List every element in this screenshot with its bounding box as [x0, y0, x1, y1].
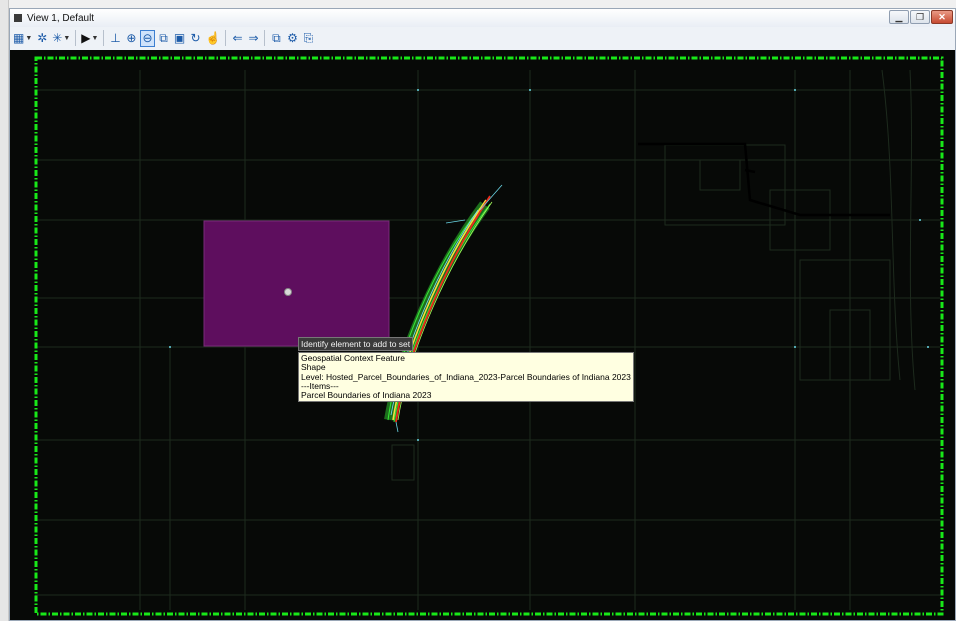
chevron-down-icon: ▼	[63, 34, 71, 42]
toolbar-separator	[225, 30, 227, 46]
pan-view-icon: ☝	[205, 31, 221, 45]
parcel-grid	[35, 69, 940, 610]
title-bar[interactable]: View 1, Default ▁ ❐ ✕	[10, 9, 955, 27]
toolbar-separator	[75, 30, 77, 46]
clip-volume-icon: ⊥	[110, 31, 121, 45]
display-style-button[interactable]: ✲	[35, 30, 49, 47]
view-camera-button[interactable]: ⚙	[285, 30, 299, 47]
road-lines	[638, 142, 890, 217]
window-area-button[interactable]: ⧉	[157, 30, 171, 47]
window-title: View 1, Default	[27, 12, 95, 24]
copy-view-button[interactable]: ⧉	[269, 30, 283, 47]
view-toolbar: ▦ ▼ ✲ ✳ ▼ ▶ ▼ ⊥ ⊕ ⊖ ⧉ ▣ ↻ ☝ ⇐ ⇒ ⧉ ⚙ ⎘	[10, 27, 955, 49]
info-line-item: Parcel Boundaries of Indiana 2023	[301, 390, 432, 401]
lighting-button[interactable]: ✳ ▼	[51, 30, 71, 47]
lighting-icon: ✳	[52, 31, 63, 45]
parcel-shape	[203, 220, 390, 347]
drawing-canvas	[34, 56, 944, 616]
prompt-tooltip: Identify element to add to set	[298, 337, 414, 351]
window-area-icon: ⧉	[159, 30, 168, 45]
next-view-button[interactable]: ⇒	[246, 30, 260, 47]
close-button[interactable]: ✕	[931, 10, 953, 24]
drawing-viewport[interactable]: Identify element to add to set Geospatia…	[10, 50, 955, 620]
chevron-down-icon: ▼	[91, 34, 99, 42]
toolbar-separator	[264, 30, 266, 46]
cursor-icon	[284, 288, 292, 296]
save-view-button[interactable]: ⎘	[301, 30, 315, 47]
clip-volume-button[interactable]: ⊥	[108, 30, 122, 47]
view-camera-icon: ⚙	[287, 31, 298, 45]
select-arrow-icon: ▶	[81, 31, 91, 45]
previous-view-icon: ⇐	[232, 31, 243, 45]
zoom-in-icon: ⊕	[126, 31, 137, 45]
zoom-out-button[interactable]: ⊖	[140, 29, 155, 47]
restore-button[interactable]: ❐	[910, 10, 930, 24]
save-view-icon: ⎘	[303, 30, 314, 45]
previous-view-button[interactable]: ⇐	[230, 30, 244, 47]
chevron-down-icon: ▼	[25, 34, 33, 42]
copy-view-icon: ⧉	[272, 30, 281, 45]
toolbar-separator	[103, 30, 105, 46]
zoom-in-button[interactable]: ⊕	[124, 30, 138, 47]
view-window: View 1, Default ▁ ❐ ✕ ▦ ▼ ✲ ✳ ▼ ▶ ▼ ⊥ ⊕ ⊖ ⧉…	[9, 8, 956, 621]
select-button[interactable]: ▶ ▼	[80, 30, 99, 47]
view-boundary	[34, 56, 944, 616]
window-menu-icon[interactable]	[14, 14, 22, 22]
minimize-icon: ▁	[895, 11, 903, 22]
pan-view-button[interactable]: ☝	[205, 30, 222, 47]
element-info-tooltip: Geospatial Context Feature Shape Level: …	[298, 352, 634, 403]
view-attributes-button[interactable]: ▦ ▼	[12, 30, 33, 47]
minimize-button[interactable]: ▁	[889, 10, 909, 24]
restore-icon: ❐	[915, 11, 925, 22]
display-style-icon: ✲	[37, 31, 48, 45]
left-dock-strip	[0, 0, 9, 621]
view-attributes-icon: ▦	[13, 31, 25, 45]
rotate-view-button[interactable]: ↻	[189, 30, 203, 47]
window-controls: ▁ ❐ ✕	[889, 10, 953, 24]
info-line-level: Level: Hosted_Parcel_Boundaries_of_India…	[301, 371, 631, 382]
info-line-feature: Geospatial Context Feature	[301, 353, 405, 363]
close-icon: ✕	[938, 11, 946, 22]
zoom-out-icon: ⊖	[142, 31, 153, 45]
fit-view-icon: ▣	[173, 31, 186, 45]
next-view-icon: ⇒	[248, 31, 259, 45]
rotate-view-icon: ↻	[190, 31, 201, 45]
fit-view-button[interactable]: ▣	[173, 30, 187, 47]
